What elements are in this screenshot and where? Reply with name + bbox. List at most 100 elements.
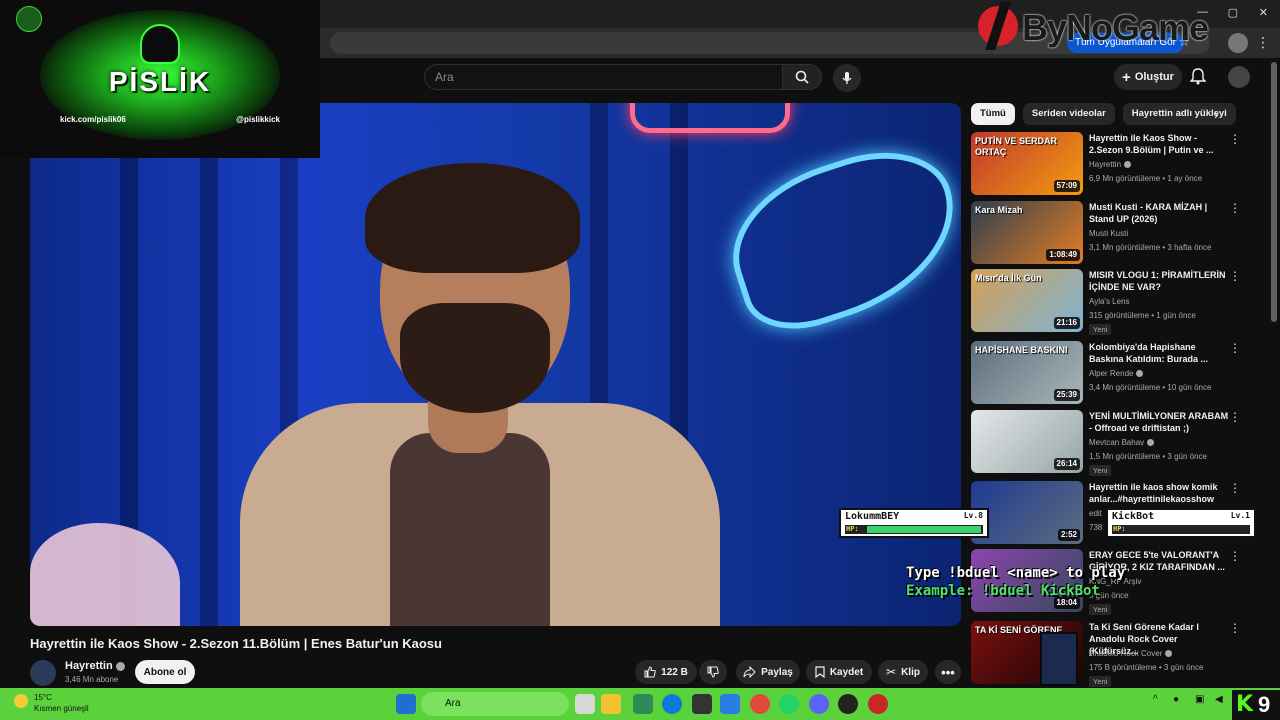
photos-icon[interactable]	[633, 694, 653, 714]
more-vertical-icon[interactable]: ⋮	[1229, 549, 1241, 563]
video-player[interactable]	[30, 103, 961, 626]
close-icon[interactable]: ✕	[1259, 6, 1268, 19]
verified-icon	[1147, 439, 1155, 447]
video-thumbnail[interactable]: PUTİN VE SERDAR ORTAÇ 57:09	[971, 132, 1083, 195]
chip-series[interactable]: Seriden videolar	[1022, 103, 1115, 125]
channel-name-row[interactable]: Musti Kusti	[1089, 229, 1128, 238]
obs-icon[interactable]	[838, 694, 858, 714]
media-app-icon[interactable]	[868, 694, 888, 714]
duel-card-player2: KickBot Lv.1 HP:	[1106, 508, 1256, 538]
channel-name[interactable]: Alper Rende	[1089, 369, 1133, 378]
channel-name[interactable]: Hayrettin	[65, 660, 113, 672]
chrome-icon[interactable]	[750, 694, 770, 714]
create-button[interactable]: + Oluştur	[1114, 64, 1182, 90]
overlay-title: PİSLİK	[108, 66, 212, 97]
subscribe-button[interactable]: Abone ol	[135, 660, 195, 684]
channel-name-row[interactable]: Mevtcan Bahav	[1089, 438, 1155, 447]
channel-name-row[interactable]: Alper Rende	[1089, 369, 1144, 378]
more-vertical-icon[interactable]: ⋮	[1229, 201, 1241, 215]
new-badge: Yeni	[1089, 465, 1112, 476]
video-meta: 6,9 Mn görüntüleme • 1 ay önce	[1089, 174, 1203, 183]
browser-menu-icon[interactable]: ⋮	[1256, 34, 1270, 51]
save-button[interactable]: Kaydet	[806, 660, 872, 684]
list-item[interactable]: 26:14 YENİ MULTİMİLYONER ARABAM - Offroad…	[971, 410, 1251, 476]
taskbar-search[interactable]: Ara	[421, 692, 569, 716]
duel-instruction: Type !bduel <name> to play	[906, 565, 1126, 581]
discord-icon[interactable]	[809, 694, 829, 714]
channel-name-row[interactable]: Ayla's Lens	[1089, 297, 1130, 306]
chevron-up-icon[interactable]: ^	[1153, 694, 1158, 705]
more-vertical-icon[interactable]: ⋮	[1229, 410, 1241, 424]
video-title[interactable]: Kolombiya'da Hapishane Baskına Katıldım:…	[1089, 341, 1229, 365]
channel-name-row[interactable]: edit	[1089, 509, 1102, 518]
notifications-bell-icon[interactable]	[1190, 67, 1206, 85]
list-item[interactable]: PUTİN VE SERDAR ORTAÇ 57:09 Hayrettin ile …	[971, 132, 1251, 198]
more-vertical-icon[interactable]: ⋮	[1229, 621, 1241, 635]
list-item[interactable]: TA Kİ SENİ GÖRENE Ta Ki Seni Görene Kadar…	[971, 621, 1251, 687]
more-vertical-icon[interactable]: ⋮	[1229, 269, 1241, 283]
account-avatar[interactable]	[1228, 66, 1250, 88]
voice-search-button[interactable]	[833, 64, 861, 92]
video-title[interactable]: YENİ MULTİMİLYONER ARABAM - Offroad ve d…	[1089, 410, 1229, 434]
more-vertical-icon[interactable]: ⋮	[1229, 481, 1241, 495]
clip-button[interactable]: ✂ Klip	[878, 660, 928, 684]
more-vertical-icon[interactable]: ⋮	[1229, 341, 1241, 355]
video-meta: 3,1 Mn görüntüleme • 3 hafta önce	[1089, 243, 1212, 252]
scrollbar-thumb[interactable]	[1271, 62, 1277, 322]
task-view-icon[interactable]	[575, 694, 595, 714]
chip-all[interactable]: Tümü	[971, 103, 1015, 125]
share-button[interactable]: Paylaş	[736, 660, 800, 684]
list-item[interactable]: Kara Mizah 1:08:49 Musti Kusti - KARA MİZA…	[971, 201, 1251, 267]
channel-name-row[interactable]: Hayrettin	[65, 660, 125, 672]
store-icon[interactable]	[692, 694, 712, 714]
start-menu-icon[interactable]	[396, 694, 416, 714]
player1-level: Lv.8	[963, 511, 983, 520]
new-badge: Yeni	[1089, 324, 1112, 335]
microphone-tray-icon[interactable]: ●	[1173, 694, 1179, 705]
maximize-icon[interactable]: ▢	[1228, 6, 1238, 19]
weather-sun-icon[interactable]	[14, 694, 28, 708]
video-thumbnail[interactable]: HAPİSHANE BASKINI 25:39	[971, 341, 1083, 404]
like-button[interactable]: 122 B	[635, 660, 697, 684]
channel-name-row[interactable]: Hayrettin	[1089, 160, 1132, 169]
list-item[interactable]: 18:04 ERAY GECE 5'te VALORANT'A GİRİYOR, …	[971, 549, 1251, 615]
file-explorer-icon[interactable]	[601, 694, 621, 714]
search-button[interactable]	[782, 64, 822, 90]
channel-avatar[interactable]	[30, 660, 56, 686]
edge-icon[interactable]	[662, 694, 682, 714]
channel-name[interactable]: edit	[1089, 509, 1102, 518]
channel-name[interactable]: Anadolu Rock Cover	[1089, 649, 1162, 658]
weather-widget[interactable]: 15°C Kısmen güneşli	[34, 692, 89, 714]
chevron-right-icon[interactable]: ›	[1214, 106, 1219, 122]
whatsapp-icon[interactable]	[779, 694, 799, 714]
video-title[interactable]: Hayrettin ile kaos show komik anlar...#h…	[1089, 481, 1229, 505]
video-thumbnail[interactable]: Mısır'da İlk Gün 21:16	[971, 269, 1083, 332]
more-actions-button[interactable]: •••	[935, 660, 961, 684]
browser-profile-avatar[interactable]	[1228, 33, 1248, 53]
mail-icon[interactable]	[720, 694, 740, 714]
more-vertical-icon[interactable]: ⋮	[1229, 132, 1241, 146]
video-thumbnail[interactable]: Kara Mizah 1:08:49	[971, 201, 1083, 264]
video-title: Hayrettin ile Kaos Show - 2.Sezon 11.Böl…	[30, 636, 442, 651]
verified-icon	[1136, 370, 1144, 378]
search-input[interactable]: Ara	[424, 64, 782, 90]
channel-name[interactable]: Ayla's Lens	[1089, 297, 1130, 306]
bynogame-watermark: ByNoGame	[978, 2, 1228, 50]
list-item[interactable]: Mısır'da İlk Gün 21:16 MISIR VLOGU 1: PİRA…	[971, 269, 1251, 335]
video-title[interactable]: MISIR VLOGU 1: PİRAMİTLERİN İÇİNDE NE VA…	[1089, 269, 1229, 293]
kick-viewer-count: 9	[1258, 692, 1271, 717]
list-item[interactable]: HAPİSHANE BASKINI 25:39 Kolombiya'da Hapis…	[971, 341, 1251, 407]
channel-name[interactable]: Hayrettin	[1089, 160, 1121, 169]
instagram-handle: @pislikkick	[236, 115, 280, 124]
network-icon[interactable]: ▣	[1195, 694, 1204, 705]
video-thumbnail[interactable]: 26:14	[971, 410, 1083, 473]
volume-icon[interactable]: ◀	[1215, 694, 1223, 705]
channel-name-row[interactable]: Anadolu Rock Cover	[1089, 649, 1173, 658]
dislike-button[interactable]	[699, 660, 727, 684]
video-title[interactable]: Musti Kusti - KARA MİZAH | Stand UP (202…	[1089, 201, 1229, 225]
subscriber-count: 3,46 Mn abone	[65, 675, 119, 684]
video-title[interactable]: Hayrettin ile Kaos Show - 2.Sezon 9.Bölü…	[1089, 132, 1229, 156]
new-badge: Yeni	[1089, 676, 1112, 687]
channel-name[interactable]: Mevtcan Bahav	[1089, 438, 1144, 447]
channel-name[interactable]: Musti Kusti	[1089, 229, 1128, 238]
